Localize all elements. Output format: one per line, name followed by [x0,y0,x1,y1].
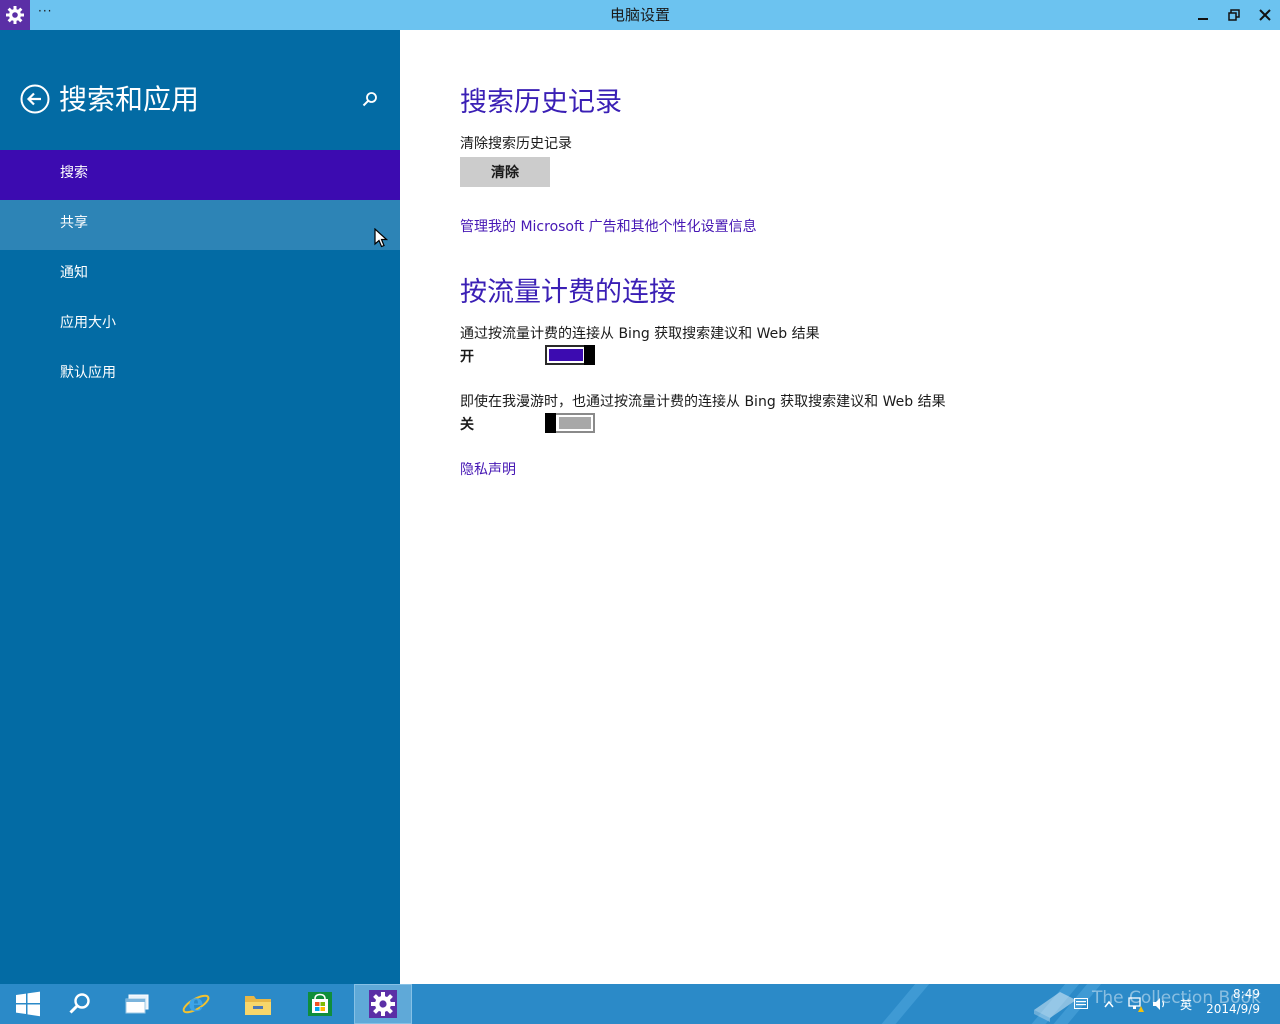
sidebar-title: 搜索和应用 [59,83,200,116]
close-button[interactable] [1250,0,1280,30]
task-view-icon [125,994,149,1014]
privacy-statement-link[interactable]: 隐私声明 [460,459,516,479]
metered-bing-label: 通过按流量计费的连接从 Bing 获取搜索建议和 Web 结果 [460,326,820,342]
taskbar-clock[interactable]: 8:49 2014/9/9 [1200,987,1260,1017]
mouse-cursor-icon [374,228,388,248]
roaming-bing-label: 即使在我漫游时，也通过按流量计费的连接从 Bing 获取搜索建议和 Web 结果 [460,394,946,410]
minimize-icon [1198,18,1208,20]
close-icon [1259,9,1271,21]
sidebar-item-default-apps[interactable]: 默认应用 [0,350,400,400]
task-view-button[interactable] [109,984,165,1024]
restore-button[interactable] [1219,0,1249,30]
app-menu-button[interactable]: ··· [38,4,52,18]
roaming-bing-state: 关 [460,417,474,433]
taskbar: e The Collection Book 英 8:49 2014/9/9 [0,984,1280,1024]
store-button[interactable] [292,984,348,1024]
input-language-indicator[interactable]: 英 [1180,996,1192,1013]
search-history-heading: 搜索历史记录 [460,87,622,118]
start-button[interactable] [0,984,56,1024]
file-explorer-icon [245,996,271,1015]
taskbar-decoration [864,984,930,1024]
metered-connections-heading: 按流量计费的连接 [460,277,676,308]
search-icon [69,993,90,1014]
settings-taskbar-button[interactable] [354,984,412,1024]
metered-bing-toggle[interactable] [545,345,595,365]
gear-icon[interactable] [0,0,30,30]
sidebar-item-search[interactable]: 搜索 [0,150,400,200]
taskbar-search-button[interactable] [52,984,108,1024]
network-warning-icon[interactable] [1128,996,1144,1012]
toggle-thumb [545,413,556,433]
search-icon [362,92,377,107]
clear-history-button[interactable]: 清除 [460,157,550,187]
clock-time: 8:49 [1233,987,1260,1001]
internet-explorer-button[interactable]: e [168,984,224,1024]
toggle-track [549,349,583,361]
roaming-bing-toggle[interactable] [545,413,595,433]
store-icon [308,992,332,1016]
settings-icon [369,990,397,1018]
toggle-thumb [584,345,595,365]
svg-text:e: e [188,989,203,1017]
sidebar-item-notifications[interactable]: 通知 [0,250,400,300]
toggle-track [559,417,591,429]
main-content: 搜索历史记录 清除搜索历史记录 清除 管理我的 Microsoft 广告和其他个… [400,30,1280,984]
minimize-button[interactable] [1188,0,1218,30]
metered-bing-state: 开 [460,349,474,365]
clock-date: 2014/9/9 [1206,1002,1260,1016]
window-title: 电脑设置 [609,6,670,24]
book-watermark-icon [1034,992,1076,1022]
sidebar-item-share[interactable]: 共享 [0,200,400,250]
back-arrow-icon [20,84,50,114]
sidebar-nav: 搜索 共享 通知 应用大小 默认应用 [0,150,400,400]
manage-ads-link[interactable]: 管理我的 Microsoft 广告和其他个性化设置信息 [460,216,757,236]
sidebar-search-button[interactable] [361,90,379,108]
clear-history-label: 清除搜索历史记录 [460,136,572,152]
show-hidden-icons-icon[interactable] [1104,1000,1114,1008]
internet-explorer-icon: e [182,989,210,1017]
sidebar-item-app-sizes[interactable]: 应用大小 [0,300,400,350]
title-bar: ··· 电脑设置 [0,0,1280,30]
windows-start-icon [16,991,40,1017]
restore-icon [1228,9,1240,21]
back-button[interactable] [20,84,50,114]
sidebar: 搜索和应用 搜索 共享 通知 应用大小 默认应用 [0,30,400,984]
file-explorer-button[interactable] [230,984,286,1024]
volume-icon[interactable] [1152,996,1168,1012]
keyboard-icon[interactable] [1074,998,1088,1009]
